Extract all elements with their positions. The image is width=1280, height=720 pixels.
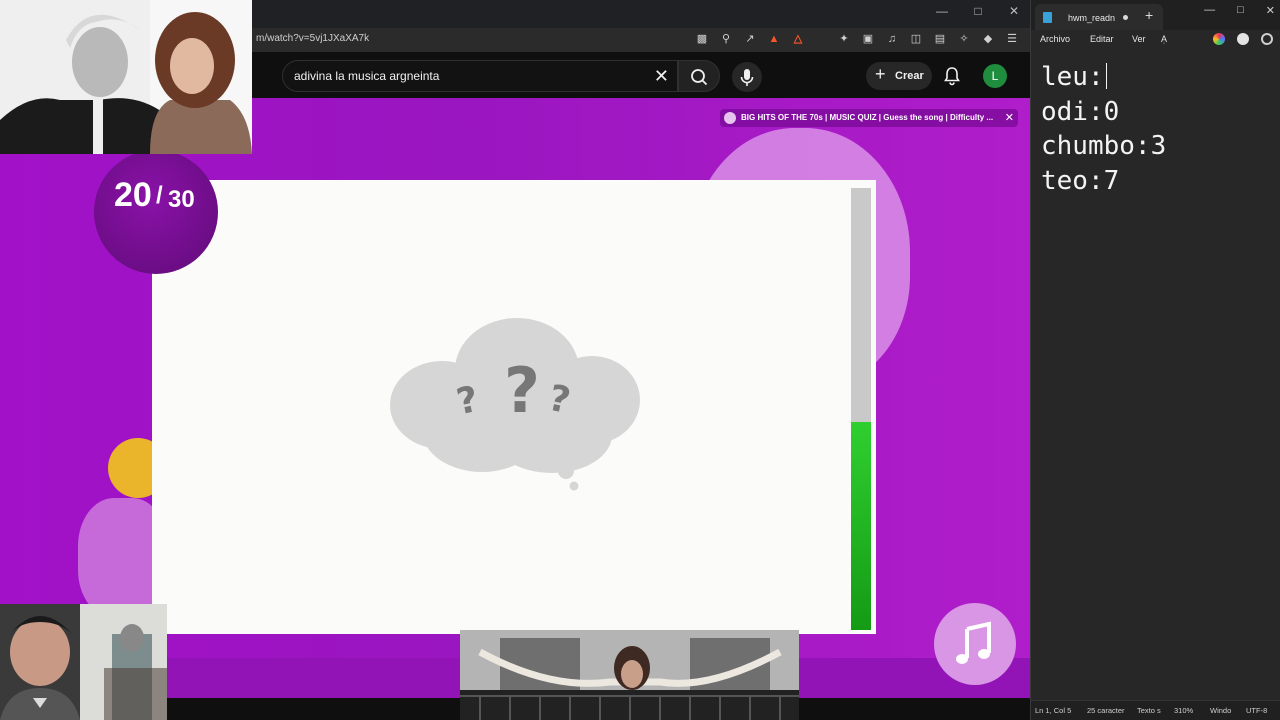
create-label: Crear <box>895 70 924 82</box>
notepad-statusbar: Ln 1, Col 5 25 caracter Texto s 310% Win… <box>1031 700 1280 720</box>
brave-shield-icon[interactable]: ▲ <box>766 31 782 47</box>
leo-ai-icon[interactable]: ✧ <box>956 31 972 47</box>
maximize-icon[interactable]: □ <box>1237 4 1244 17</box>
notepad-tab-title[interactable]: hwm_readn <box>1068 13 1115 23</box>
close-icon[interactable]: ✕ <box>1006 4 1022 18</box>
svg-text:?: ? <box>504 354 540 427</box>
minimize-icon[interactable]: — <box>1204 4 1215 17</box>
extensions-icon[interactable]: ✦ <box>836 31 852 47</box>
editor-line[interactable]: teo:7 <box>1041 164 1277 199</box>
menu-view[interactable]: Ver <box>1132 34 1146 44</box>
notepad-window: hwm_readn + — □ ✕ Archivo Editar Ver Ạ … <box>1030 0 1280 720</box>
thought-cloud-question-icon: ? ? ? <box>390 318 640 491</box>
search-button[interactable] <box>678 60 720 92</box>
editor-line-text: leu: <box>1041 62 1104 92</box>
text-caret <box>1105 63 1107 89</box>
overlay-photo-balcony <box>460 630 799 720</box>
close-icon[interactable]: ✕ <box>1005 111 1014 124</box>
playlist-icon <box>724 112 736 124</box>
question-total: 30 <box>168 186 195 213</box>
unsaved-dot-icon <box>1123 15 1128 20</box>
overlay-photo-top-left <box>0 0 252 154</box>
status-zoom[interactable]: 310% <box>1174 706 1193 715</box>
status-line-ending: Windo <box>1210 706 1232 715</box>
search-icon <box>691 69 708 86</box>
notepad-tab[interactable]: hwm_readn <box>1035 4 1163 30</box>
brave-rewards-icon[interactable]: △ <box>790 31 806 47</box>
quiz-card: ? ? ? <box>152 180 876 634</box>
maximize-icon[interactable]: □ <box>970 4 986 18</box>
editor-line[interactable]: leu: <box>1041 60 1277 95</box>
music-icon[interactable]: ♫ <box>884 31 900 47</box>
editor-line[interactable]: chumbo:3 <box>1041 129 1277 164</box>
photo-two-people <box>0 0 252 154</box>
question-separator: / <box>156 182 163 209</box>
balcony-photo <box>460 630 799 720</box>
new-tab-icon[interactable]: + <box>1145 8 1153 22</box>
vpn-icon[interactable]: ◆ <box>980 31 996 47</box>
browser-toolbar: ▩ ⚲ ↗ ▲ △ ✦ ▣ ♫ ◫ ▤ ✧ ◆ ☰ <box>694 31 1020 47</box>
editor-line[interactable]: odi:0 <box>1041 95 1277 130</box>
menu-file[interactable]: Archivo <box>1040 34 1070 44</box>
webcam-feed <box>0 604 167 720</box>
playlist-banner[interactable]: BIG HITS OF THE 70s | MUSIC QUIZ | Guess… <box>720 109 1018 127</box>
status-char-count: 25 caracter <box>1087 706 1125 715</box>
cast-icon[interactable]: ▩ <box>694 31 710 47</box>
status-encoding: UTF-8 <box>1246 706 1268 715</box>
notepad-window-controls: — □ ✕ <box>1204 4 1275 17</box>
screenshot-icon[interactable]: ▣ <box>860 31 876 47</box>
window-controls: — □ ✕ <box>934 4 1022 18</box>
music-note-icon <box>956 621 991 664</box>
notepad-menu-icons <box>1213 33 1273 45</box>
microphone-icon <box>740 69 754 86</box>
minimize-icon[interactable]: — <box>934 4 950 18</box>
text-format-icon[interactable]: Ạ <box>1161 34 1167 44</box>
clear-search-icon[interactable]: ✕ <box>654 65 669 87</box>
status-cursor-position: Ln 1, Col 5 <box>1035 706 1072 715</box>
copilot-icon[interactable] <box>1213 33 1225 45</box>
playlist-title[interactable]: BIG HITS OF THE 70s | MUSIC QUIZ | Guess… <box>741 113 993 122</box>
notepad-menubar: Archivo Editar Ver Ạ <box>1031 30 1280 50</box>
close-icon[interactable]: ✕ <box>1266 4 1275 17</box>
notepad-titlebar: hwm_readn + — □ ✕ <box>1031 0 1280 30</box>
zoom-icon[interactable]: ⚲ <box>718 31 734 47</box>
question-current: 20 <box>114 176 152 214</box>
notepad-file-icon <box>1043 12 1052 23</box>
notifications-bell-icon[interactable] <box>940 64 964 88</box>
toolbar-separator <box>814 31 828 47</box>
overlay-webcam-bottom-left <box>0 604 167 720</box>
sidebar-icon[interactable]: ◫ <box>908 31 924 47</box>
timer-bar-fill <box>851 422 871 630</box>
account-avatar[interactable]: L <box>983 64 1007 88</box>
question-counter: 20 / 30 <box>94 150 218 274</box>
create-button[interactable]: + Crear <box>866 62 932 90</box>
account-icon[interactable] <box>1237 33 1249 45</box>
browser-window: — □ ✕ m/watch?v=5vj1JXaXA7k ▩ ⚲ ↗ ▲ △ ✦ … <box>0 0 1030 720</box>
music-note-badge <box>934 603 1016 685</box>
search-query[interactable]: adivina la musica argneinta <box>294 69 439 83</box>
plus-icon: + <box>875 64 886 84</box>
menu-icon[interactable]: ☰ <box>1004 31 1020 47</box>
share-icon[interactable]: ↗ <box>742 31 758 47</box>
menu-edit[interactable]: Editar <box>1090 34 1114 44</box>
voice-search-button[interactable] <box>732 62 762 92</box>
timer-bar <box>851 188 871 630</box>
notepad-editor[interactable]: leu: odi:0 chumbo:3 teo:7 <box>1041 60 1277 198</box>
status-format: Texto s <box>1137 706 1161 715</box>
url-text[interactable]: m/watch?v=5vj1JXaXA7k <box>256 33 369 44</box>
desktop: — □ ✕ m/watch?v=5vj1JXaXA7k ▩ ⚲ ↗ ▲ △ ✦ … <box>0 0 1280 720</box>
settings-gear-icon[interactable] <box>1261 33 1273 45</box>
wallet-icon[interactable]: ▤ <box>932 31 948 47</box>
search-input[interactable]: adivina la musica argneinta ✕ <box>282 60 678 92</box>
